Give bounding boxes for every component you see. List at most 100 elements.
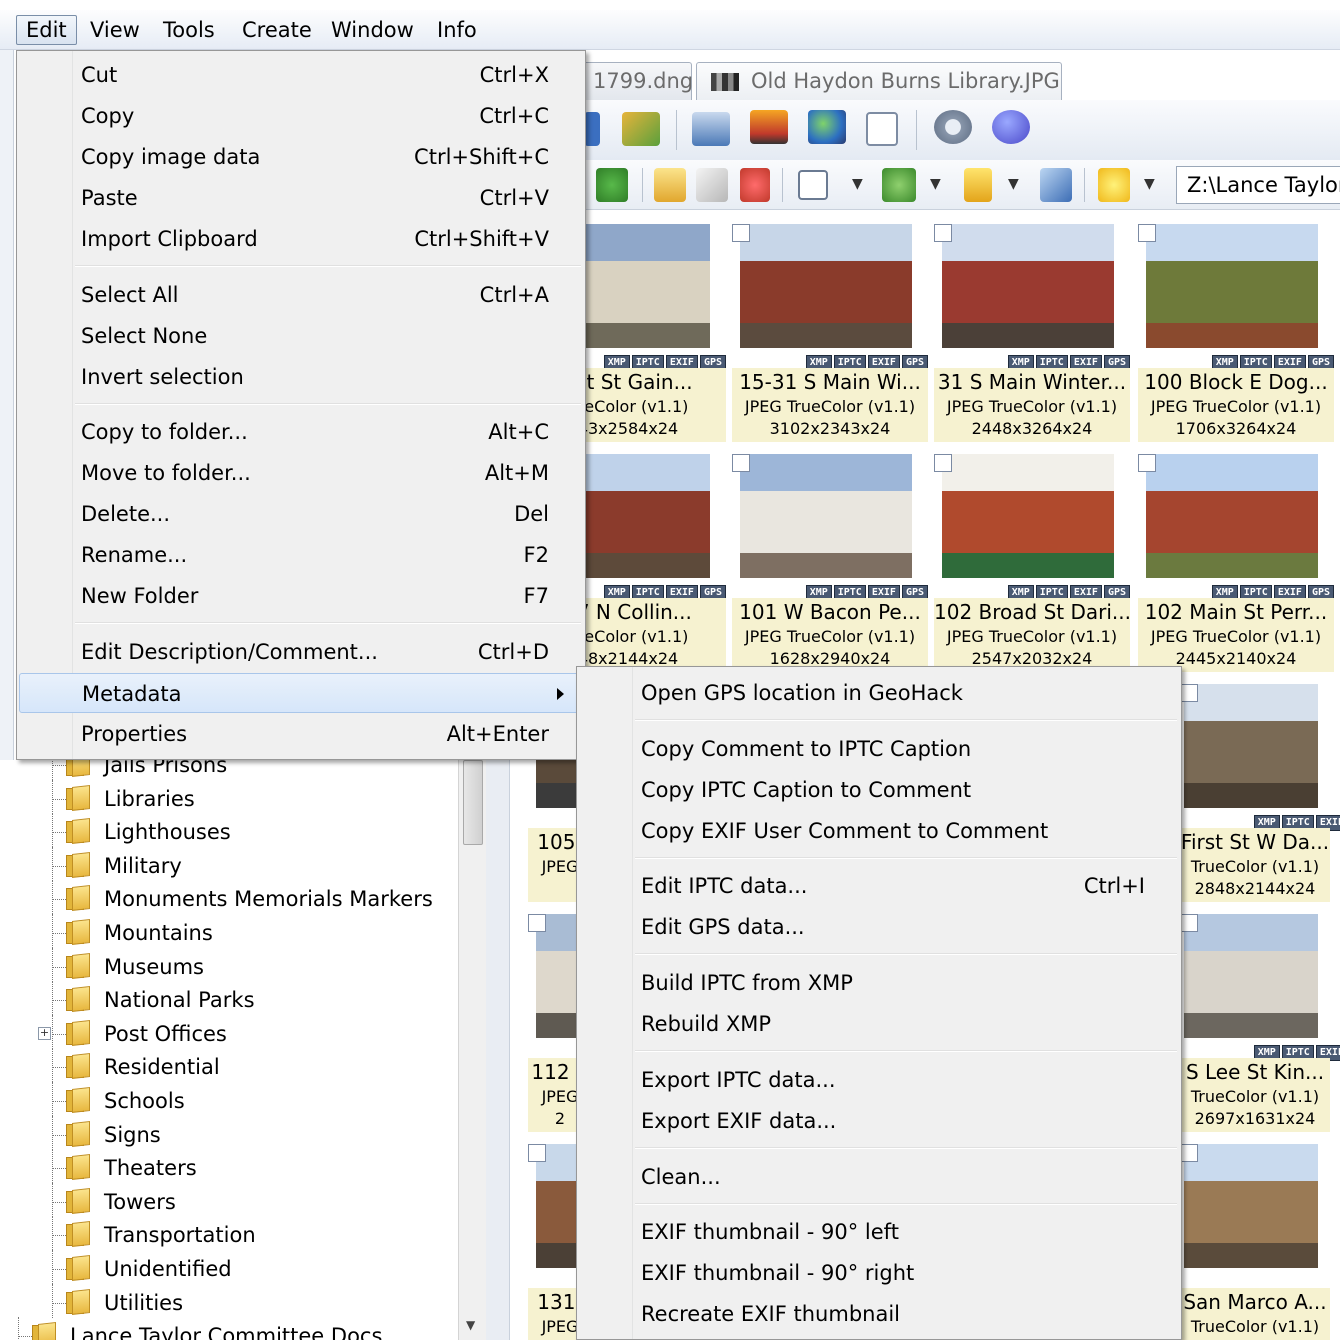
thumbnail-item[interactable]: XMPIPTCEXIFGPSS Lee St Kin... TrueColor (… — [1180, 910, 1340, 1134]
menu-item-invert-selection[interactable]: Invert selection — [19, 357, 583, 397]
menu-create[interactable]: Create — [233, 15, 321, 45]
favorite-star-icon[interactable] — [1098, 168, 1130, 202]
menu-item-label: Copy EXIF User Comment to Comment — [641, 819, 1049, 843]
thumbnail-checkbox[interactable] — [528, 1144, 546, 1162]
menu-item-properties[interactable]: Properties Alt+Enter — [19, 714, 583, 754]
thumbnail-item[interactable]: XMP IPTC EXIF GPS 15-31 S Main Wi... JPEG Tru… — [732, 220, 928, 444]
folder-icon — [32, 1322, 60, 1340]
thumbnail-checkbox[interactable] — [528, 914, 546, 932]
thumbnail-item[interactable]: EXIFSan Marco A...TrueColor (v1.1) — [1180, 1140, 1330, 1340]
thumbnail-checkbox[interactable] — [1180, 1144, 1198, 1162]
menu-tools[interactable]: Tools — [154, 15, 224, 45]
menu-item-label: Edit Description/Comment... — [81, 640, 378, 664]
chevron-down-icon[interactable]: ▼ — [1144, 176, 1155, 192]
folder-icon — [66, 919, 94, 945]
thumbnail-checkbox[interactable] — [934, 454, 952, 472]
thumbnail-checkbox[interactable] — [1138, 224, 1156, 242]
menu-item-copy[interactable]: Copy Ctrl+C — [19, 96, 583, 136]
menu-item-build-iptc-from-xmp[interactable]: Build IPTC from XMP — [579, 963, 1179, 1003]
menu-item-label: Properties — [81, 722, 188, 746]
tab-1799-dng[interactable]: 1799.dng — [580, 62, 693, 100]
thumbnail-checkbox[interactable] — [1180, 684, 1198, 702]
thumbnail-name: 102 Broad St Dari... — [934, 600, 1130, 624]
expand-plus-icon[interactable]: + — [38, 1026, 51, 1040]
metadata-submenu: Open GPS location in GeoHack Copy Comment… — [576, 666, 1182, 1340]
scrollbar-thumb[interactable] — [463, 760, 483, 845]
menu-item-copy-exif-user-comment-to-comment[interactable]: Copy EXIF User Comment to Comment — [579, 811, 1179, 851]
menu-item-paste[interactable]: Paste Ctrl+V — [19, 178, 583, 218]
scroll-down-arrow-icon[interactable]: ▼ — [466, 1318, 475, 1332]
thumbnail-checkbox[interactable] — [732, 454, 750, 472]
chevron-down-icon[interactable]: ▼ — [852, 176, 863, 192]
menu-item-move-to-folder[interactable]: Move to folder... Alt+M — [19, 453, 583, 493]
browse-icon[interactable] — [584, 112, 600, 146]
path-input[interactable]: Z:\Lance Taylor — [1176, 166, 1340, 204]
menu-item-exif-thumbnail-90-left[interactable]: EXIF thumbnail - 90° left — [579, 1212, 1179, 1252]
menu-item-rebuild-xmp[interactable]: Rebuild XMP — [579, 1004, 1179, 1044]
menu-item-edit-gps-data[interactable]: Edit GPS data... — [579, 907, 1179, 947]
thumbnail-checkbox[interactable] — [1138, 454, 1156, 472]
panel-splitter[interactable] — [486, 760, 510, 1340]
info-icon[interactable] — [992, 110, 1030, 144]
menu-item-metadata[interactable]: Metadata — [19, 673, 583, 713]
thumbnail-item[interactable]: XMPIPTCEXIFGPSFirst St W Da... TrueColor … — [1180, 680, 1340, 904]
tree-item-label: Post Offices — [104, 1021, 227, 1046]
menu-edit[interactable]: Edit — [16, 15, 77, 45]
thumbnail-checkbox[interactable] — [732, 224, 750, 242]
menu-item-shortcut: Ctrl+A — [479, 283, 549, 307]
tree-item-label: Monuments Memorials Markers — [104, 887, 433, 912]
chevron-down-icon[interactable]: ▼ — [1008, 176, 1019, 192]
refresh-icon[interactable] — [1040, 168, 1072, 202]
menu-item-open-gps-location-in-geohack[interactable]: Open GPS location in GeoHack — [579, 673, 1179, 713]
menu-item-new-folder[interactable]: New Folder F7 — [19, 576, 583, 616]
menu-item-copy-to-folder[interactable]: Copy to folder... Alt+C — [19, 412, 583, 452]
sort-icon[interactable] — [882, 168, 916, 202]
menu-item-delete[interactable]: Delete... Del — [19, 494, 583, 534]
view-mode-icon[interactable] — [798, 170, 828, 200]
chevron-down-icon[interactable]: ▼ — [930, 176, 941, 192]
thumbnail-checkbox[interactable] — [934, 224, 952, 242]
menu-window[interactable]: Window — [322, 15, 423, 45]
go-up-arrow-icon[interactable] — [596, 168, 628, 202]
thumbnail-item[interactable]: XMP IPTC EXIF GPS 31 S Main Winter... JPEG Tr… — [934, 220, 1130, 444]
thumbnail-item[interactable]: XMP IPTC EXIF GPS 102 Main St Perr... JPEG Tr… — [1138, 450, 1334, 674]
menu-item-edit-iptc-data[interactable]: Edit IPTC data... Ctrl+I — [579, 866, 1179, 906]
camera-icon[interactable] — [692, 112, 730, 146]
thumbnail-item[interactable]: XMP IPTC EXIF GPS 100 Block E Dog... JPEG Tru… — [1138, 220, 1334, 444]
menu-item-copy-comment-to-iptc-caption[interactable]: Copy Comment to IPTC Caption — [579, 729, 1179, 769]
thumbnail-checkbox[interactable] — [1180, 914, 1198, 932]
menu-item-rename[interactable]: Rename... F2 — [19, 535, 583, 575]
menu-item-label: Move to folder... — [81, 461, 251, 485]
folder-tree-scrollbar[interactable]: ▼ — [458, 760, 486, 1340]
slideshow-icon[interactable] — [622, 112, 660, 146]
menu-item-select-all[interactable]: Select All Ctrl+A — [19, 275, 583, 315]
menu-view[interactable]: View — [81, 15, 149, 45]
delete-x-icon[interactable] — [740, 168, 770, 202]
menu-item-cut[interactable]: Cut Ctrl+X — [19, 55, 583, 95]
grid-layout-icon[interactable] — [866, 112, 898, 146]
thumbnail-item[interactable]: XMP IPTC EXIF GPS 102 Broad St Dari... JPEG T… — [934, 450, 1130, 674]
menu-item-export-iptc-data[interactable]: Export IPTC data... — [579, 1060, 1179, 1100]
picture-icon[interactable] — [750, 110, 788, 144]
filter-funnel-icon[interactable] — [964, 168, 992, 202]
folder-icon — [66, 1087, 94, 1113]
menu-item-import-clipboard[interactable]: Import Clipboard Ctrl+Shift+V — [19, 219, 583, 259]
menu-item-clean[interactable]: Clean... — [579, 1157, 1179, 1197]
thumbnail-item[interactable]: XMP IPTC EXIF GPS 101 W Bacon Pe... JPEG True… — [732, 450, 928, 674]
settings-gear-icon[interactable] — [934, 110, 972, 144]
folder-icon — [66, 1019, 94, 1046]
globe-icon[interactable] — [808, 110, 846, 144]
menu-item-copy-image-data[interactable]: Copy image data Ctrl+Shift+C — [19, 137, 583, 177]
menu-item-edit-description-comment[interactable]: Edit Description/Comment... Ctrl+D — [19, 632, 583, 672]
menu-item-copy-iptc-caption-to-comment[interactable]: Copy IPTC Caption to Comment — [579, 770, 1179, 810]
menu-item-select-none[interactable]: Select None — [19, 316, 583, 356]
menu-item-label: Copy to folder... — [81, 420, 248, 444]
edit-pencil-icon[interactable] — [696, 168, 728, 202]
tab-old-haydon[interactable]: Old Haydon Burns Library.JPG — [696, 62, 1062, 100]
menu-item-export-exif-data[interactable]: Export EXIF data... — [579, 1101, 1179, 1141]
menu-item-recreate-exif-thumbnail[interactable]: Recreate EXIF thumbnail — [579, 1294, 1179, 1334]
menu-info[interactable]: Info — [428, 15, 486, 45]
menu-item-exif-thumbnail-90-right[interactable]: EXIF thumbnail - 90° right — [579, 1253, 1179, 1293]
new-folder-icon[interactable] — [654, 168, 686, 202]
menu-separator — [635, 857, 1177, 859]
